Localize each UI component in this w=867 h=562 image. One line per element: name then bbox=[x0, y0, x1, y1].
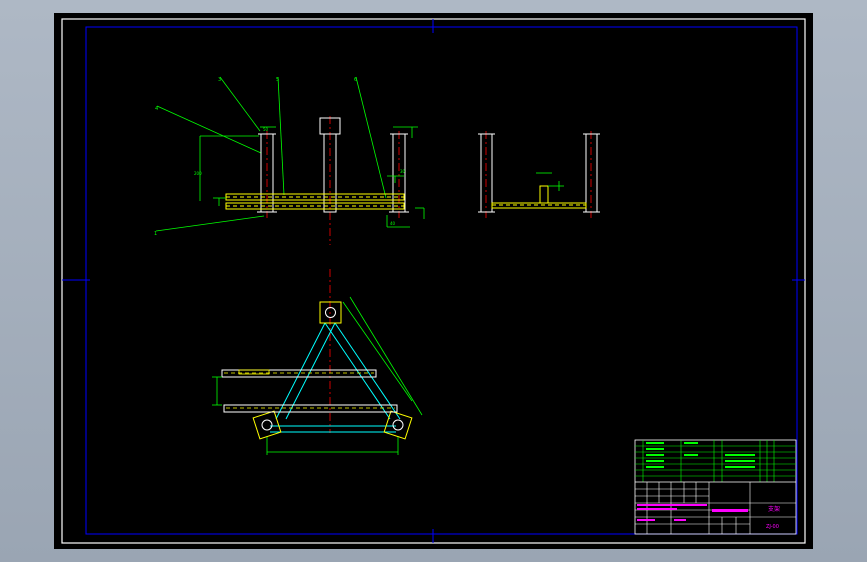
title-block-annotations bbox=[637, 504, 748, 521]
dimension-values: 30 40 200 50 bbox=[194, 127, 406, 226]
drawing-name: 支架 bbox=[768, 505, 780, 513]
part-label: 3 bbox=[218, 77, 221, 83]
part-label: 1 bbox=[154, 231, 157, 237]
part-labels: 3 5 6 4 1 bbox=[154, 77, 357, 237]
dimension-value: 40 bbox=[390, 221, 396, 226]
part-label: 4 bbox=[155, 106, 158, 112]
drawing-canvas[interactable]: 3 5 6 4 1 30 40 200 50 支架 ZJ-00 bbox=[54, 13, 813, 549]
drawing-sheet: 3 5 6 4 1 30 40 200 50 支架 ZJ-00 bbox=[61, 18, 806, 544]
plan-dimensions bbox=[212, 296, 423, 455]
drawing-number: ZJ-00 bbox=[766, 524, 779, 530]
cad-viewport[interactable]: 3 5 6 4 1 30 40 200 50 支架 ZJ-00 bbox=[0, 0, 867, 562]
channel-beams bbox=[225, 193, 405, 210]
dimension-value: 50 bbox=[263, 127, 269, 132]
side-view bbox=[478, 131, 600, 218]
outer-frame bbox=[61, 18, 806, 544]
dimension-value: 30 bbox=[400, 169, 406, 174]
plan-view bbox=[212, 269, 423, 455]
front-view: 3 5 6 4 1 30 40 200 50 bbox=[154, 76, 425, 245]
part-label: 5 bbox=[276, 77, 279, 83]
part-leaders bbox=[155, 76, 387, 232]
part-label: 6 bbox=[354, 77, 357, 83]
title-block: 支架 ZJ-00 bbox=[634, 439, 797, 535]
dimension-value: 200 bbox=[194, 171, 202, 176]
side-channel bbox=[491, 185, 587, 209]
center-lines bbox=[266, 116, 400, 245]
